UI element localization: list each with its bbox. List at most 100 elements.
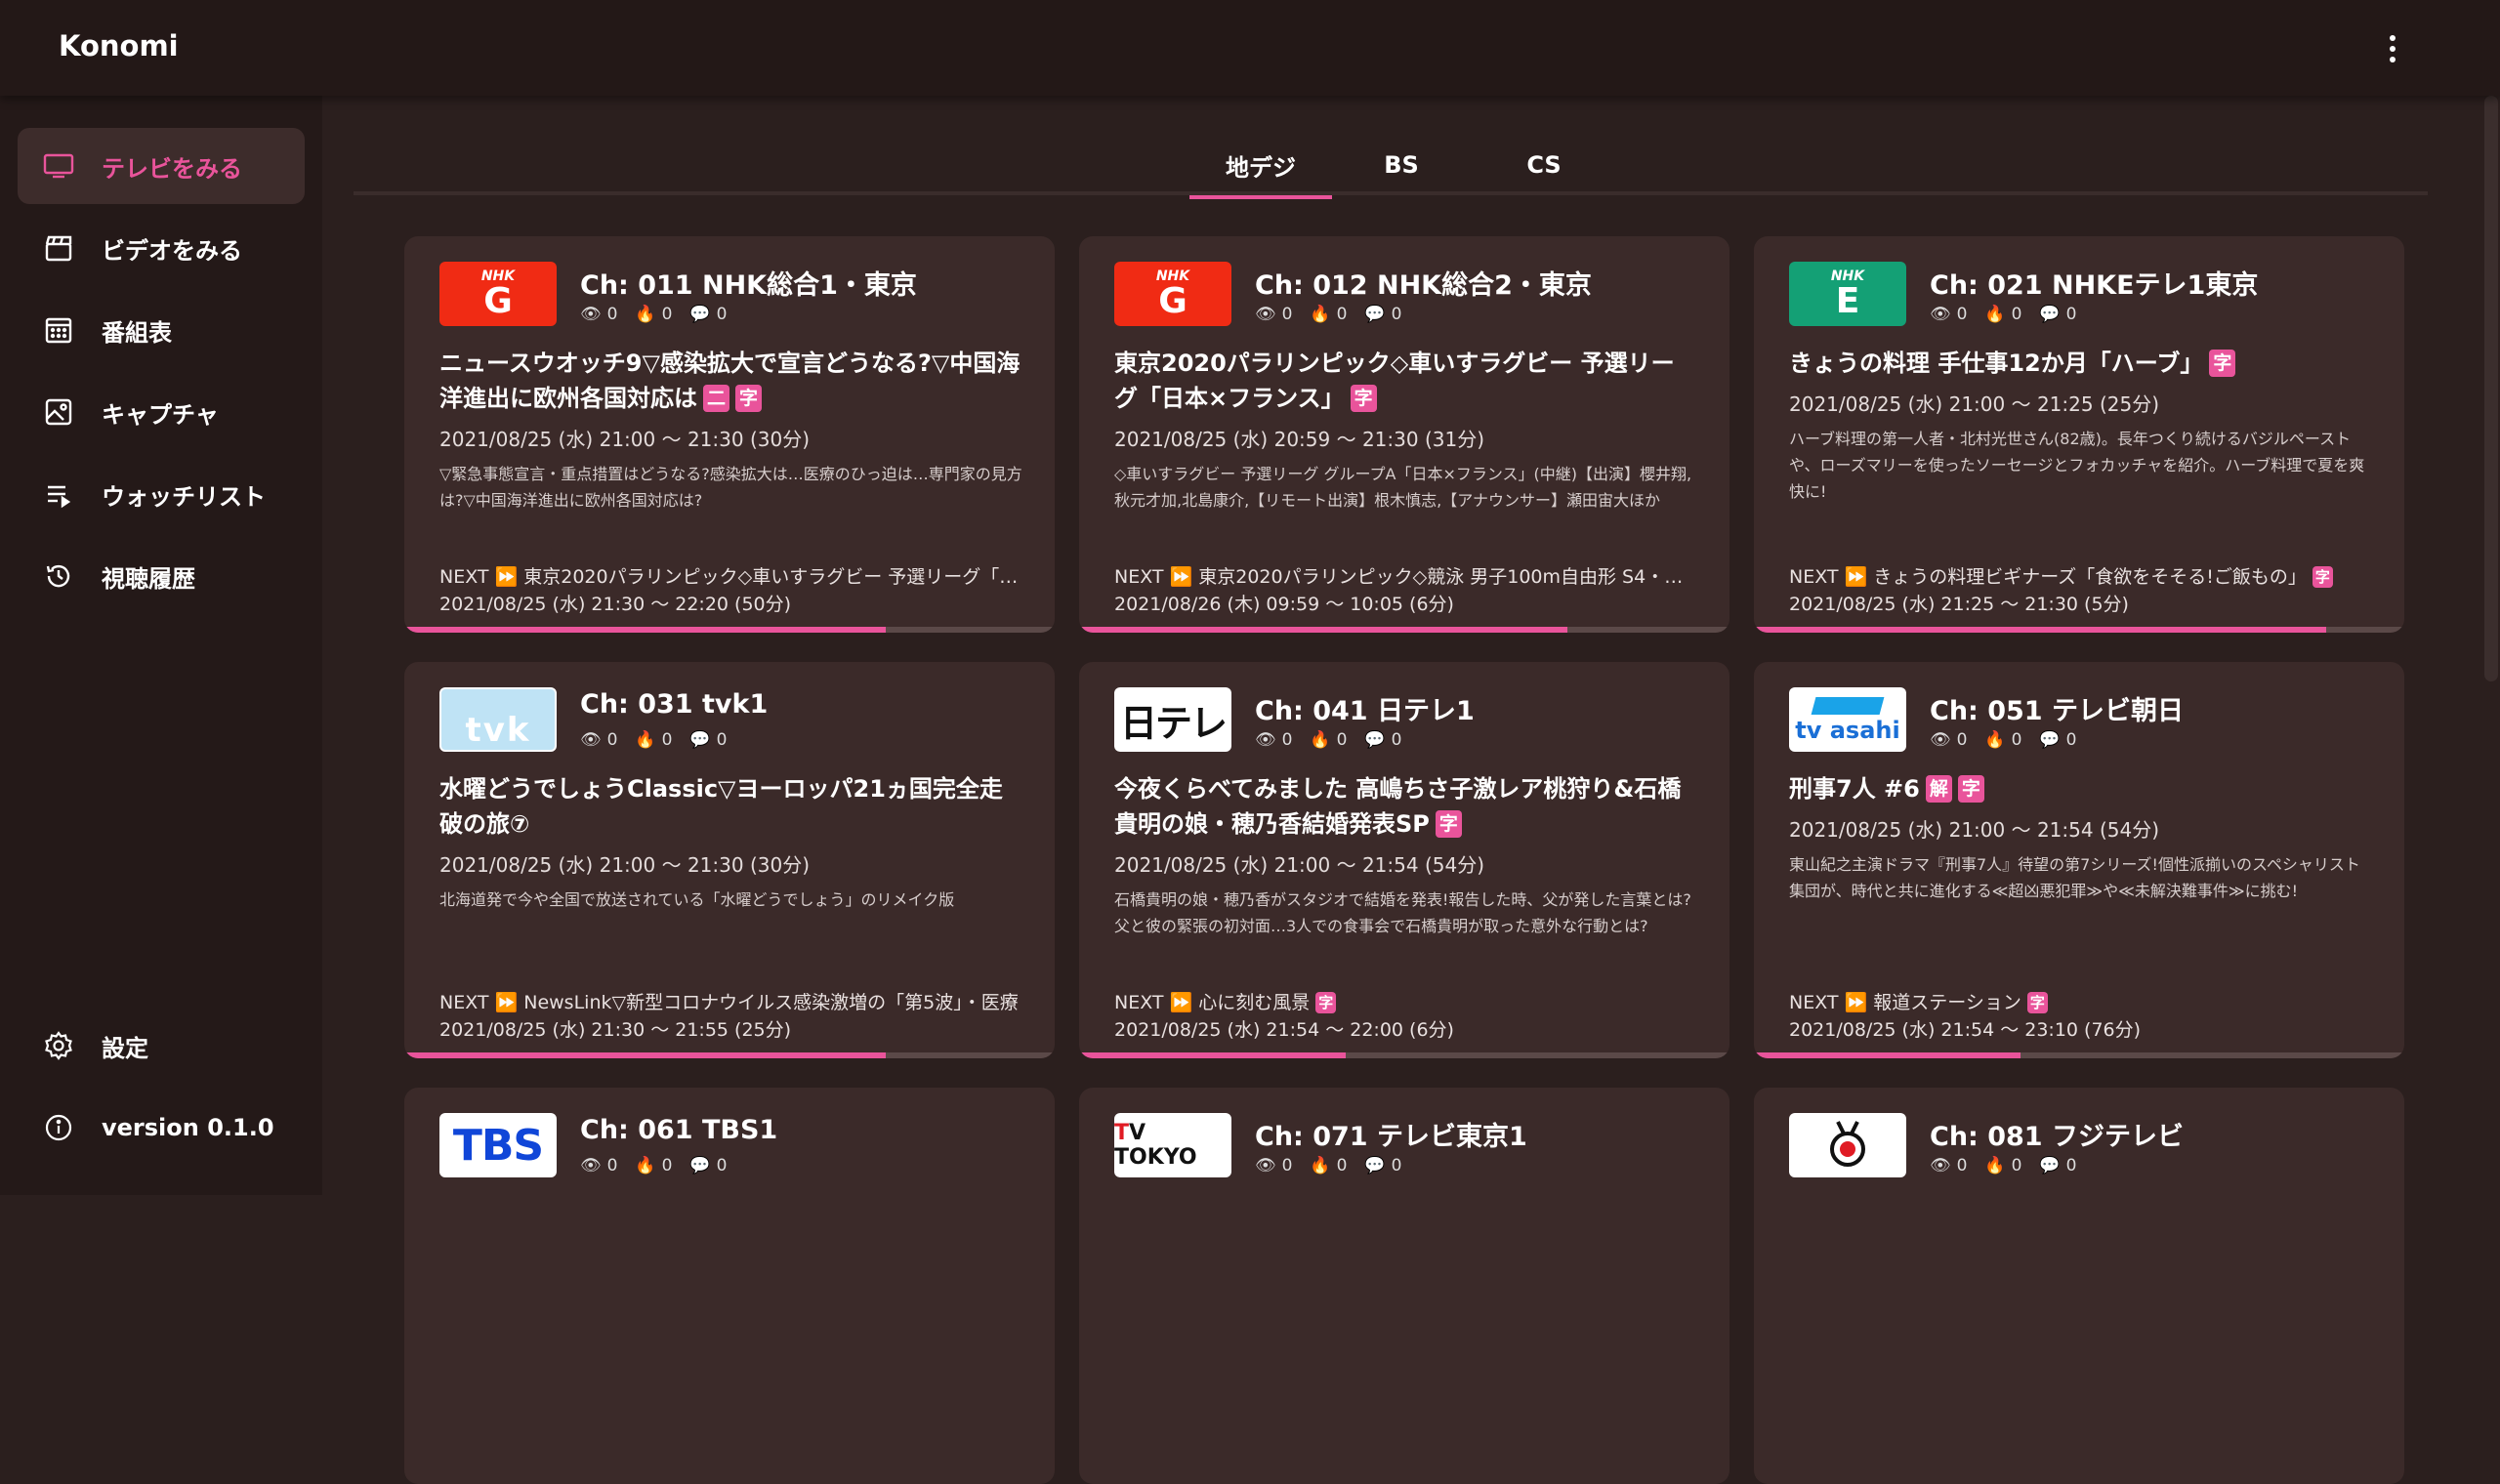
program-description: 石橋貴明の娘・穂乃香がスタジオで結婚を発表!報告した時、父が発した言葉とは?父と… <box>1114 890 1691 935</box>
sidebar: テレビをみる ビデオをみる 番組表 キャプチャ ウォッチリスト 視聴履歴 設定 … <box>0 96 322 1195</box>
clapperboard-icon <box>41 230 76 266</box>
tab-bs[interactable]: BS <box>1338 135 1465 195</box>
program-title: きょうの料理 手仕事12か月「ハーブ」字 <box>1789 346 2371 381</box>
gear-icon <box>41 1028 76 1063</box>
badge: 字 <box>2312 566 2333 588</box>
sidebar-item-history[interactable]: 視聴履歴 <box>18 538 305 614</box>
channel-card[interactable]: TBS Ch: 061 TBS1 👁 0 🔥 0 💬 0 <box>404 1088 1055 1484</box>
tv-asahi-logo: tv asahi <box>1789 687 1906 752</box>
badge: 字 <box>2026 992 2048 1013</box>
fire-icon: 🔥 <box>1310 730 1331 750</box>
fire-icon: 🔥 <box>1310 305 1331 324</box>
fire-icon: 🔥 <box>1984 730 2006 750</box>
badge: 字 <box>1315 992 1337 1013</box>
next-program-time: 2021/08/25 (水) 21:54 〜 22:00 (6分) <box>1114 1019 1454 1041</box>
sidebar-item-watchlist[interactable]: ウォッチリスト <box>18 456 305 532</box>
eye-icon: 👁 <box>1255 305 1276 324</box>
sidebar-item-capture[interactable]: キャプチャ <box>18 374 305 450</box>
tvk-logo: tvk <box>439 687 557 752</box>
channel-stats: 👁 0 🔥 0 💬 0 <box>1255 1156 1402 1175</box>
sidebar-item-epg[interactable]: 番組表 <box>18 292 305 368</box>
next-program: NEXT ⏩ NewsLink▽新型コロナウイルス感染激増の「第5波」・医療 <box>439 992 1019 1013</box>
badge: 字 <box>1957 775 1984 803</box>
sidebar-item-label: 設定 <box>102 1034 148 1062</box>
comment-icon: 💬 <box>689 1156 711 1175</box>
app-title: Konomi <box>59 29 179 62</box>
badge: 字 <box>2209 350 2236 377</box>
channel-title: Ch: 061 TBS1 <box>580 1115 778 1145</box>
nhk-g-logo: NHK G <box>439 262 557 326</box>
channel-stats: 👁 0 🔥 0 💬 0 <box>1255 730 1402 750</box>
sidebar-item-video[interactable]: ビデオをみる <box>18 210 305 286</box>
next-program: NEXT ⏩ 東京2020パラリンピック◇競泳 男子100m自由形 S4・予選 <box>1114 566 1700 588</box>
channel-card[interactable]: NHK E Ch: 021 NHKEテレ1東京 👁 0 🔥 0 💬 0 きょうの料理 … <box>1754 236 2404 633</box>
tab-cs[interactable]: CS <box>1480 135 1607 195</box>
nhk-e-logo: NHK E <box>1789 262 1906 326</box>
sidebar-item-label: 視聴履歴 <box>102 564 195 593</box>
channel-title: Ch: 011 NHK総合1・東京 <box>580 270 917 301</box>
next-program: NEXT ⏩ 東京2020パラリンピック◇車いすラグビー 予選リーグ「日本×フラ… <box>439 566 1025 588</box>
program-time: 2021/08/25 (水) 21:00 〜 21:54 (54分) <box>1114 853 1484 877</box>
program-time: 2021/08/25 (水) 21:00 〜 21:30 (30分) <box>439 428 810 451</box>
program-progress <box>404 1052 1055 1058</box>
program-description: 北海道発で今や全国で放送されている「水曜どうでしょう」のリメイク版 <box>439 890 955 909</box>
program-description: 東山紀之主演ドラマ『刑事7人』待望の第7シリーズ!個性派揃いのスペシャリスト集団… <box>1789 855 2360 900</box>
program-time: 2021/08/25 (水) 20:59 〜 21:30 (31分) <box>1114 428 1484 451</box>
channel-title: Ch: 012 NHK総合2・東京 <box>1255 270 1592 301</box>
program-time: 2021/08/25 (水) 21:00 〜 21:30 (30分) <box>439 853 810 877</box>
badge: 解 <box>1925 775 1952 803</box>
program-title: ニュースウオッチ9▽感染拡大で宣言どうなる?▽中国海洋進出に欧州各国対応は二字 <box>439 350 1021 412</box>
channel-title: Ch: 041 日テレ1 <box>1255 696 1475 726</box>
eye-icon: 👁 <box>580 730 602 750</box>
channel-title: Ch: 021 NHKEテレ1東京 <box>1930 270 2259 301</box>
eye-icon: 👁 <box>1255 730 1276 750</box>
channel-stats: 👁 0 🔥 0 💬 0 <box>580 305 728 324</box>
channel-title: Ch: 081 フジテレビ <box>1930 1122 2184 1152</box>
channel-stats: 👁 0 🔥 0 💬 0 <box>1930 730 2077 750</box>
channel-card[interactable]: 日テレ Ch: 041 日テレ1 👁 0 🔥 0 💬 0 今夜くらべてみました 高嶋ち… <box>1079 662 1729 1058</box>
sidebar-item-tv[interactable]: テレビをみる <box>18 128 305 204</box>
channel-card[interactable]: NHK G Ch: 012 NHK総合2・東京 👁 0 🔥 0 💬 0 東京2020パ… <box>1079 236 1729 633</box>
channel-title: Ch: 071 テレビ東京1 <box>1255 1122 1527 1152</box>
channel-title: Ch: 051 テレビ朝日 <box>1930 696 2184 726</box>
vertical-scrollbar[interactable] <box>2484 96 2498 681</box>
image-icon <box>41 394 76 430</box>
channel-stats: 👁 0 🔥 0 💬 0 <box>1255 305 1402 324</box>
tv-asahi-logo-text: tv asahi <box>1795 717 1900 744</box>
program-time: 2021/08/25 (水) 21:00 〜 21:54 (54分) <box>1789 818 2159 842</box>
next-program-time: 2021/08/25 (水) 21:30 〜 22:20 (50分) <box>439 594 792 615</box>
channel-card[interactable]: tvk Ch: 031 tvk1 👁 0 🔥 0 💬 0 水曜どうでしょうClassi… <box>404 662 1055 1058</box>
next-program: NEXT ⏩ きょうの料理ビギナーズ「食欲をそそる!ご飯もの」字 <box>1789 562 2375 589</box>
program-description: ◇車いすラグビー 予選リーグ グループA「日本×フランス」(中継)【出演】櫻井翔… <box>1114 465 1692 510</box>
badge: 字 <box>1350 385 1377 412</box>
program-title: 水曜どうでしょうClassic▽ヨーロッパ21ヵ国完全走破の旅⑦ <box>439 775 1003 838</box>
tab-terrestrial[interactable]: 地デジ <box>1189 135 1332 199</box>
fuji-tv-logo <box>1789 1113 1906 1177</box>
channel-title: Ch: 031 tvk1 <box>580 689 769 720</box>
sidebar-item-version[interactable]: version 0.1.0 <box>18 1090 305 1166</box>
tv-tokyo-logo-text: TV TOKYO <box>1114 1121 1197 1170</box>
channel-stats: 👁 0 🔥 0 💬 0 <box>580 1156 728 1175</box>
channel-card[interactable]: NHK G Ch: 011 NHK総合1・東京 👁 0 🔥 0 💬 0 ニュースウオッ… <box>404 236 1055 633</box>
fire-icon: 🔥 <box>635 1156 656 1175</box>
badge: 字 <box>735 385 763 412</box>
sidebar-item-label: ビデオをみる <box>102 236 242 265</box>
sidebar-item-label: ウォッチリスト <box>102 482 266 511</box>
next-program-time: 2021/08/26 (木) 09:59 〜 10:05 (6分) <box>1114 594 1454 615</box>
eye-icon: 👁 <box>1930 1156 1951 1175</box>
broadcast-tabs: 地デジ BS CS <box>354 135 2428 199</box>
eye-icon: 👁 <box>580 305 602 324</box>
comment-icon: 💬 <box>689 730 711 750</box>
channel-card[interactable]: TV TOKYO Ch: 071 テレビ東京1 👁 0 🔥 0 💬 0 <box>1079 1088 1729 1484</box>
sidebar-item-label: テレビをみる <box>102 154 242 183</box>
program-description: ハーブ料理の第一人者・北村光世さん(82歳)。長年つくり続けるバジルペーストや、… <box>1789 430 2365 501</box>
fire-icon: 🔥 <box>635 730 656 750</box>
channel-card[interactable]: tv asahi Ch: 051 テレビ朝日 👁 0 🔥 0 💬 0 刑事7人 #6 解… <box>1754 662 2404 1058</box>
comment-icon: 💬 <box>1364 730 1386 750</box>
more-menu-icon[interactable] <box>2373 29 2412 68</box>
sidebar-item-settings[interactable]: 設定 <box>18 1008 305 1084</box>
fire-icon: 🔥 <box>1310 1156 1331 1175</box>
channel-card[interactable]: Ch: 081 フジテレビ 👁 0 🔥 0 💬 0 <box>1754 1088 2404 1484</box>
fire-icon: 🔥 <box>1984 1156 2006 1175</box>
comment-icon: 💬 <box>2039 730 2061 750</box>
